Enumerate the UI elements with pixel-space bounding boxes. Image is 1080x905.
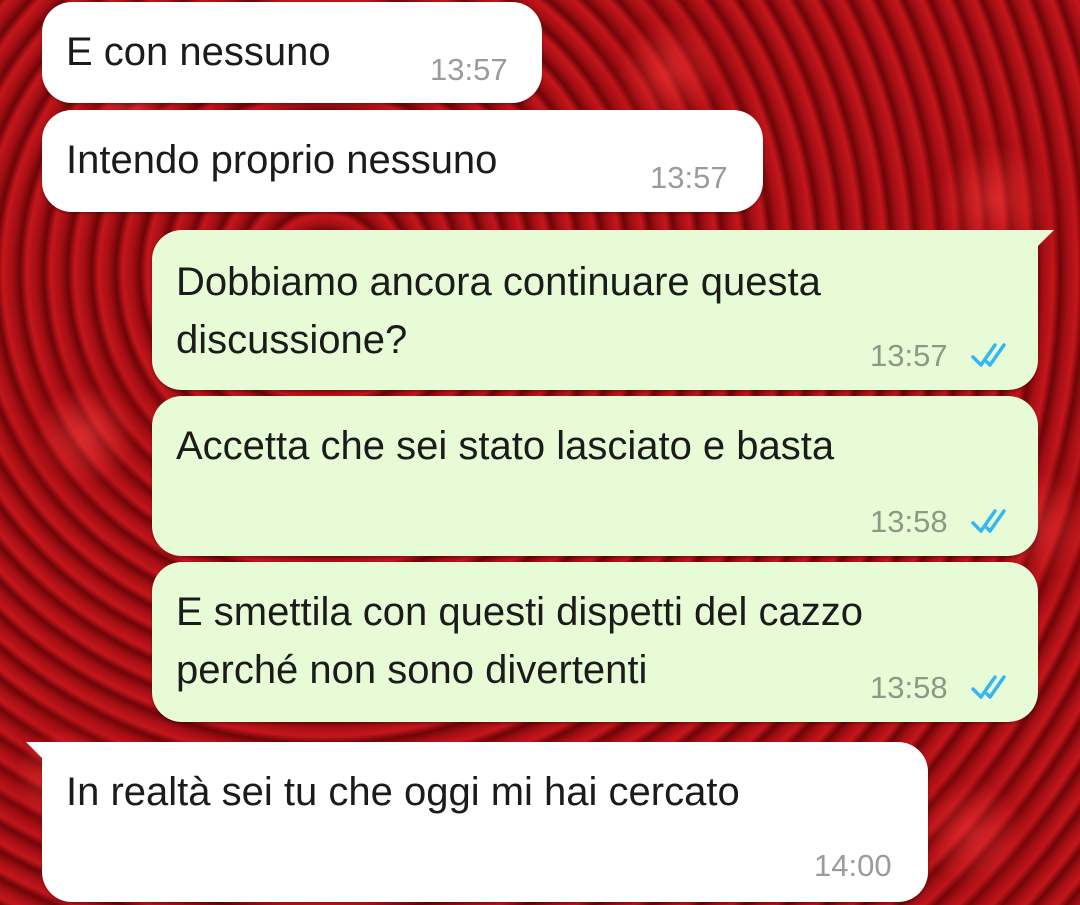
- outgoing-message[interactable]: Accetta che sei stato lasciato e basta 1…: [152, 396, 1038, 556]
- message-time: 13:57: [870, 338, 948, 373]
- bubble-tail: [1028, 230, 1054, 256]
- message-time: 14:00: [814, 848, 892, 883]
- message-text: In realtà sei tu che oggi mi hai cercato: [66, 770, 740, 814]
- incoming-message[interactable]: Intendo proprio nessuno 13:57: [42, 110, 763, 212]
- message-text: E smettila con questi dispetti del cazzo: [176, 590, 864, 634]
- message-text: E con nessuno: [66, 30, 331, 74]
- incoming-message[interactable]: E con nessuno 13:57: [42, 2, 542, 103]
- outgoing-message[interactable]: Dobbiamo ancora continuare questa discus…: [152, 230, 1054, 390]
- chat-thread[interactable]: E con nessuno 13:57 Intendo proprio ness…: [0, 0, 1080, 905]
- message-text: perché non sono divertenti: [176, 648, 648, 692]
- message-text: Intendo proprio nessuno: [66, 138, 498, 182]
- message-time: 13:57: [430, 52, 508, 87]
- message-text: discussione?: [176, 318, 408, 362]
- message-time: 13:58: [870, 504, 948, 539]
- message-time: 13:57: [650, 160, 728, 195]
- incoming-message[interactable]: In realtà sei tu che oggi mi hai cercato…: [26, 742, 928, 902]
- double-check-icon: [971, 675, 1006, 699]
- message-text: Accetta che sei stato lasciato e basta: [176, 424, 835, 468]
- bubble-tail: [26, 742, 52, 768]
- double-check-icon: [971, 509, 1006, 533]
- message-time: 13:58: [870, 670, 948, 705]
- outgoing-message[interactable]: E smettila con questi dispetti del cazzo…: [152, 562, 1038, 722]
- double-check-icon: [971, 343, 1006, 367]
- message-text: Dobbiamo ancora continuare questa: [176, 260, 821, 304]
